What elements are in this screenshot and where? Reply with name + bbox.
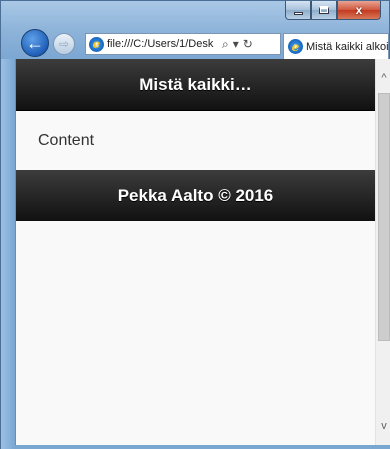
ie-page-icon: e <box>89 36 104 52</box>
address-bar[interactable]: e file:///C:/Users/1/Desk ⌕ ▾ ↻ <box>85 33 281 55</box>
content-text: Content <box>38 131 95 149</box>
page-viewport: Mistä kaikki… Content Pekka Aalto © 2016… <box>15 59 390 449</box>
browser-window: x ← ⇨ e file:///C:/Users/1/Desk ⌕ ▾ ↻ e … <box>0 0 390 449</box>
minimize-button[interactable] <box>285 1 311 20</box>
ie-tab-icon: e <box>288 39 303 54</box>
window-left-border <box>1 59 15 449</box>
refresh-icon[interactable]: ↻ <box>243 37 253 51</box>
footer-text: Pekka Aalto © 2016 <box>117 185 274 205</box>
navigation-bar: ← ⇨ e file:///C:/Users/1/Desk ⌕ ▾ ↻ e Mi… <box>1 25 389 59</box>
address-text[interactable]: file:///C:/Users/1/Desk <box>107 38 219 50</box>
forward-button[interactable]: ⇨ <box>53 33 75 55</box>
forward-arrow-icon: ⇨ <box>58 37 70 51</box>
back-arrow-icon: ← <box>26 33 44 53</box>
minimize-icon <box>293 11 303 15</box>
maximize-button[interactable] <box>311 1 337 20</box>
page-content: Content <box>16 111 375 170</box>
back-button[interactable]: ← <box>21 29 49 57</box>
page-footer: Pekka Aalto © 2016 <box>16 170 375 221</box>
page-title: Mistä kaikki… <box>139 74 252 94</box>
scroll-up-button[interactable]: ^ <box>376 69 390 87</box>
caption-buttons: x <box>285 1 381 21</box>
browser-tab[interactable]: e Mistä kaikki alkoi <box>283 33 389 59</box>
scroll-thumb[interactable] <box>378 93 390 341</box>
search-icon[interactable]: ⌕ <box>222 37 229 52</box>
chevron-down-icon[interactable]: ▾ <box>233 37 239 51</box>
scroll-down-button[interactable]: v <box>376 417 390 435</box>
address-tools: ⌕ ▾ ↻ <box>222 37 253 52</box>
page-header: Mistä kaikki… <box>16 59 375 111</box>
maximize-icon <box>319 6 329 14</box>
chevron-down-scroll-icon: v <box>381 420 387 432</box>
title-bar: x <box>1 1 389 25</box>
window-bottom-border <box>15 445 390 449</box>
close-button[interactable]: x <box>337 1 381 20</box>
close-icon: x <box>355 3 363 17</box>
chevron-up-icon: ^ <box>381 72 387 84</box>
vertical-scrollbar[interactable]: ^ v <box>375 59 390 449</box>
tab-title: Mistä kaikki alkoi <box>306 40 389 53</box>
